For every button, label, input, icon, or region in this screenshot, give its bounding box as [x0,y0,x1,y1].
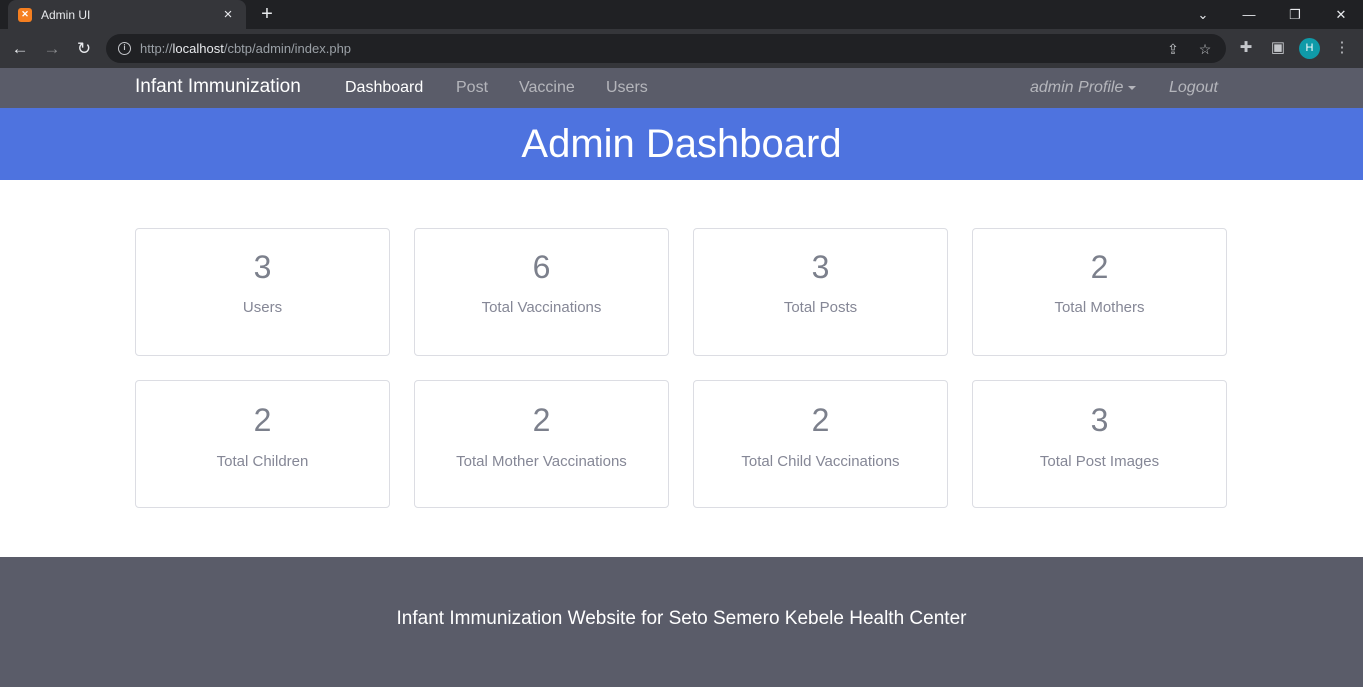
stat-value: 2 [1090,249,1109,285]
stat-value: 2 [811,402,830,438]
stat-label: Total Children [216,453,309,470]
navbar-brand[interactable]: Infant Immunization [135,76,301,98]
stat-value: 3 [253,249,272,285]
nav-link-post[interactable]: Post [456,79,488,97]
stat-value: 3 [1090,402,1109,438]
window-close-icon[interactable]: ✕ [1318,0,1363,29]
stat-value: 2 [253,402,272,438]
stat-card-total-post-images: 3 Total Post Images [972,380,1227,508]
page-title: Admin Dashboard [521,121,842,166]
address-bar[interactable]: i http://localhost/cbtp/admin/index.php … [106,34,1226,63]
stat-card-total-child-vaccinations: 2 Total Child Vaccinations [693,380,948,508]
stat-card-users: 3 Users [135,228,390,356]
admin-profile-dropdown[interactable]: admin Profile [1030,79,1137,97]
stat-card-total-vaccinations: 6 Total Vaccinations [414,228,669,356]
reload-icon[interactable]: ↻ [72,37,96,61]
stat-card-total-mothers: 2 Total Mothers [972,228,1227,356]
minimize-icon[interactable]: — [1226,0,1272,29]
url-path: /cbtp/admin/index.php [223,41,352,56]
site-info-icon[interactable]: i [118,42,131,55]
stat-label: Total Child Vaccinations [741,453,900,470]
dashboard-header: Admin Dashboard [0,108,1363,180]
stat-label: Total Vaccinations [481,299,602,316]
admin-profile-label: admin Profile [1030,79,1124,96]
new-tab-icon[interactable]: + [255,3,279,25]
restore-icon[interactable]: ❐ [1272,0,1318,29]
site-footer: Infant Immunization Website for Seto Sem… [0,557,1363,687]
logout-link[interactable]: Logout [1169,79,1218,97]
url-host: localhost [172,41,224,56]
stat-label: Total Mother Vaccinations [456,453,627,470]
stat-value: 6 [532,249,551,285]
nav-link-dashboard[interactable]: Dashboard [345,79,423,97]
stat-card-total-mother-vaccinations: 2 Total Mother Vaccinations [414,380,669,508]
forward-arrow-icon[interactable]: → [40,37,64,61]
stat-label: Total Posts [783,299,858,316]
nav-link-users[interactable]: Users [606,79,648,97]
tab-search-chevron-icon[interactable]: ⌄ [1180,0,1226,29]
stat-label: Total Post Images [1039,453,1160,470]
kebab-menu-icon[interactable]: ⋮ [1332,38,1352,58]
tab-title: Admin UI [41,7,91,22]
footer-text: Infant Immunization Website for Seto Sem… [396,607,967,629]
browser-tab-strip: ✕ Admin UI × + ⌄ — ❐ ✕ [0,0,1363,29]
stat-label: Total Mothers [1054,299,1145,316]
share-icon[interactable]: ⇪ [1164,40,1182,58]
stat-value: 3 [811,249,830,285]
caret-down-icon [1128,85,1137,90]
browser-tab[interactable]: ✕ Admin UI × [8,0,246,29]
stat-card-total-posts: 3 Total Posts [693,228,948,356]
site-navbar: Infant Immunization Dashboard Post Vacci… [0,68,1363,108]
profile-avatar[interactable]: H [1299,38,1320,59]
browser-toolbar: ← → ↻ i http://localhost/cbtp/admin/inde… [0,29,1363,68]
url-text: http://localhost/cbtp/admin/index.php [140,41,351,56]
stat-value: 2 [532,402,551,438]
bookmark-star-icon[interactable]: ☆ [1196,40,1214,58]
xampp-icon: ✕ [18,7,32,22]
stat-label: Users [242,299,283,316]
back-arrow-icon[interactable]: ← [8,37,32,61]
extensions-puzzle-icon[interactable]: ✚ [1236,38,1256,58]
url-scheme: http:// [140,41,173,56]
stat-card-total-children: 2 Total Children [135,380,390,508]
side-panel-icon[interactable]: ▣ [1268,38,1288,58]
nav-link-vaccine[interactable]: Vaccine [519,79,575,97]
close-tab-icon[interactable]: × [220,6,236,23]
